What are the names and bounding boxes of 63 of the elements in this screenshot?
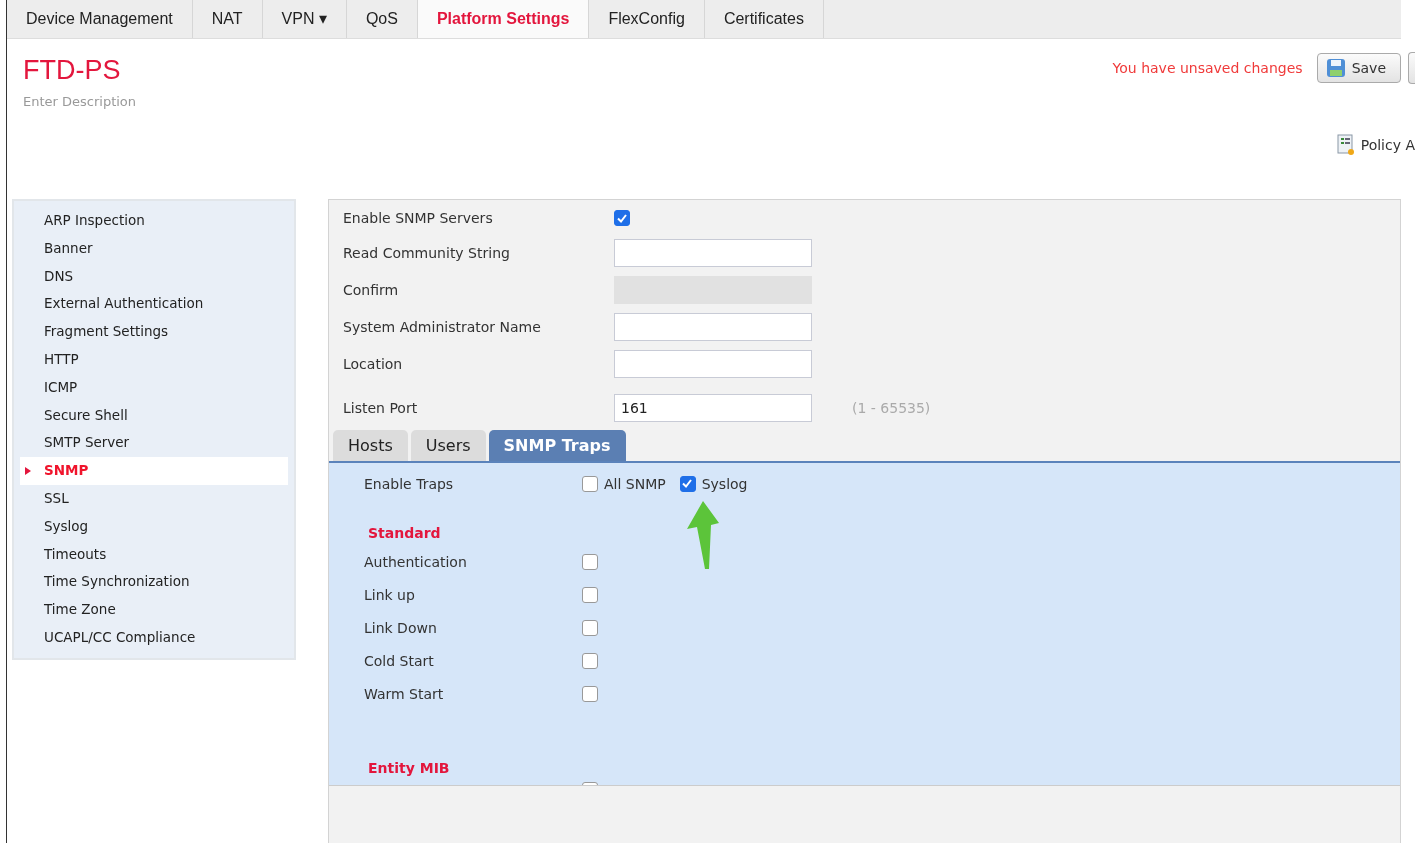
- field-label: Warm Start: [364, 685, 445, 702]
- sidebar-item[interactable]: Fragment Settings: [20, 318, 288, 346]
- field-label: Confirm: [343, 282, 400, 298]
- sidebar-item[interactable]: HTTP: [20, 346, 288, 374]
- sidebar-item[interactable]: Time Synchronization: [20, 568, 288, 597]
- policy-link[interactable]: Policy A: [1336, 134, 1415, 156]
- sidebar-item[interactable]: ICMP: [20, 373, 288, 402]
- field-label: Read Community String: [343, 245, 511, 261]
- sidebar-item[interactable]: UCAPL/CC Compliance: [20, 623, 288, 652]
- checkbox[interactable]: [582, 586, 598, 603]
- document-icon: [1336, 134, 1355, 156]
- field-label: Listen Port: [343, 400, 419, 416]
- sidebar-item[interactable]: Time Zone: [20, 596, 288, 624]
- input-field[interactable]: 161: [614, 394, 812, 422]
- field-label: Authentication: [364, 553, 468, 570]
- nav-tab[interactable]: NAT: [192, 0, 263, 38]
- section-heading: Entity MIB: [368, 759, 451, 778]
- sidebar-item[interactable]: DNS: [20, 262, 288, 291]
- section-tab[interactable]: SNMP Traps: [488, 430, 626, 461]
- sidebar-item[interactable]: Syslog: [20, 512, 288, 541]
- button[interactable]: [1408, 52, 1415, 84]
- sidebar-item[interactable]: SNMP: [20, 457, 288, 485]
- unsaved-notice: You have unsaved changes: [1112, 60, 1303, 76]
- floppy-icon: [1325, 58, 1346, 78]
- input-field[interactable]: [614, 350, 812, 378]
- sidebar-item[interactable]: SSL: [20, 484, 288, 513]
- nav-tab[interactable]: Platform Settings: [417, 0, 590, 38]
- arrow-annotation: [685, 499, 721, 571]
- nav-tab[interactable]: Device Management: [7, 0, 193, 38]
- save-button[interactable]: Save: [1316, 53, 1401, 83]
- nav-tab[interactable]: VPN ▾: [262, 0, 347, 38]
- sidebar-item[interactable]: Secure Shell: [20, 401, 288, 430]
- input-field[interactable]: [614, 313, 812, 341]
- field-label: Link Down: [364, 619, 438, 636]
- section-tab[interactable]: Hosts: [333, 430, 408, 461]
- policy-title: FTD-PS: [23, 55, 122, 86]
- sidebar-item[interactable]: ARP Inspection: [20, 207, 288, 235]
- section-tab[interactable]: Users: [410, 430, 486, 461]
- field-label: Link up: [364, 586, 416, 603]
- checkbox[interactable]: [582, 475, 598, 492]
- field-label: Location: [343, 356, 404, 372]
- nav-tab[interactable]: FlexConfig: [589, 0, 705, 38]
- field-label: Enable SNMP Servers: [343, 209, 494, 228]
- field-label: System Administrator Name: [343, 319, 542, 335]
- sidebar-item[interactable]: SMTP Server: [20, 429, 288, 458]
- range-hint: (1 - 65535): [851, 400, 932, 416]
- checkbox[interactable]: [679, 475, 696, 492]
- field-label: Cold Start: [364, 652, 435, 669]
- checkbox[interactable]: [582, 685, 598, 702]
- checkbox-label: Syslog: [701, 475, 748, 492]
- nav-tab[interactable]: QoS: [346, 0, 418, 38]
- checkbox[interactable]: [582, 652, 598, 669]
- section-heading: Standard: [368, 524, 442, 543]
- input-field[interactable]: [614, 239, 812, 267]
- nav-tab[interactable]: Certificates: [704, 0, 824, 38]
- field-label: Enable Traps: [364, 475, 455, 492]
- sidebar-item[interactable]: Banner: [20, 234, 288, 263]
- checkbox[interactable]: [582, 619, 598, 636]
- checkbox[interactable]: [614, 210, 630, 226]
- checkbox-label: All SNMP: [604, 475, 666, 492]
- checkbox[interactable]: [582, 553, 598, 570]
- sidebar-item[interactable]: Timeouts: [20, 540, 288, 569]
- sidebar-item[interactable]: External Authentication: [20, 290, 288, 319]
